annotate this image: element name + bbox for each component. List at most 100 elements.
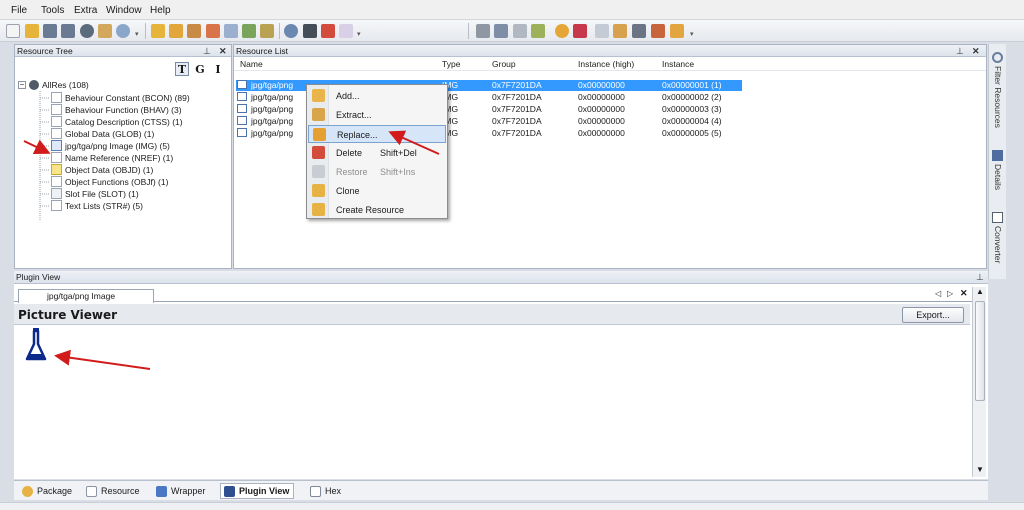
collapse-toggle-icon[interactable]: − xyxy=(18,81,26,89)
folder-open-icon[interactable] xyxy=(151,24,165,38)
menu-file[interactable]: File xyxy=(11,5,27,16)
close-panel-icon[interactable]: ✕ xyxy=(972,45,980,57)
users-icon[interactable] xyxy=(98,24,112,38)
people-icon[interactable] xyxy=(651,24,665,38)
menu-item-restore[interactable]: Restore Shift+Ins xyxy=(308,163,446,181)
menu-item-delete[interactable]: Delete Shift+Del xyxy=(308,144,446,162)
package-icon[interactable] xyxy=(476,24,490,38)
tab-label: Plugin View xyxy=(239,486,290,496)
tree-item-slot[interactable]: Slot File (SLOT) (1) xyxy=(65,189,139,200)
new-icon[interactable] xyxy=(6,24,20,38)
menu-item-clone[interactable]: Clone xyxy=(308,182,446,200)
link-icon[interactable] xyxy=(513,24,527,38)
picture-icon[interactable] xyxy=(632,24,646,38)
scroll-up-icon[interactable]: ▲ xyxy=(976,287,984,296)
tab-jpg-image[interactable]: jpg/tga/png Image xyxy=(18,289,154,303)
tab-close-icon[interactable]: ✕ xyxy=(960,288,968,299)
tab-label: Hex xyxy=(325,486,342,496)
folder-save-icon[interactable] xyxy=(169,24,183,38)
menu-item-extract[interactable]: Extract... xyxy=(308,106,446,124)
tree-item-allres[interactable]: AllRes (108) xyxy=(42,80,89,91)
file-icon xyxy=(51,128,62,139)
tab-hex[interactable]: Hex xyxy=(306,483,346,499)
person-icon[interactable] xyxy=(670,24,684,38)
tree-item-nref[interactable]: Name Reference (NREF) (1) xyxy=(65,153,173,164)
column-type[interactable]: Type xyxy=(442,58,460,70)
tab-wrapper[interactable]: Wrapper xyxy=(152,483,210,499)
menu-item-label: Create Resource xyxy=(336,205,405,215)
allres-icon xyxy=(29,80,39,90)
tab-label: Package xyxy=(37,486,73,496)
menu-item-shortcut: Shift+Ins xyxy=(380,167,416,177)
export-button[interactable]: Export... xyxy=(902,307,964,323)
tab-scroll-left-icon[interactable]: ◁ xyxy=(935,289,941,298)
toolbar-overflow-icon[interactable]: ▾ xyxy=(135,31,142,38)
cell-name: jpg/tga/png xyxy=(251,104,294,114)
cell-instance: 0x00000005 (5) xyxy=(662,128,722,138)
toolbar-overflow-icon[interactable]: ▾ xyxy=(357,31,364,38)
menu-tools[interactable]: Tools xyxy=(41,5,64,16)
menu-extra[interactable]: Extra xyxy=(74,5,97,16)
image-icon[interactable] xyxy=(494,24,508,38)
scroll-down-icon[interactable]: ▼ xyxy=(976,465,984,474)
save-icon[interactable] xyxy=(43,24,57,38)
scrollbar-thumb[interactable] xyxy=(975,301,985,401)
menu-item-label: Add... xyxy=(336,91,360,101)
close2-icon[interactable] xyxy=(595,24,609,38)
cut-icon[interactable] xyxy=(206,24,220,38)
menu-item-replace[interactable]: Replace... xyxy=(308,125,446,143)
gear-icon[interactable] xyxy=(284,24,298,38)
pin-icon[interactable]: ⊥ xyxy=(956,45,964,57)
side-tab-filter-resources[interactable]: Filter Resources xyxy=(989,50,1007,138)
menu-item-label: Restore xyxy=(336,167,368,177)
cell-instance-high: 0x00000000 xyxy=(578,128,625,138)
cell-name: jpg/tga/png xyxy=(251,92,294,102)
tab-resource[interactable]: Resource xyxy=(82,483,145,499)
book-icon[interactable] xyxy=(187,24,201,38)
tab-plugin-view[interactable]: Plugin View xyxy=(220,483,295,499)
tree-item-ctss[interactable]: Catalog Description (CTSS) (1) xyxy=(65,117,183,128)
bottom-tab-bar: Package Resource Wrapper Plugin View Hex xyxy=(14,480,988,500)
side-tab-details[interactable]: Details xyxy=(989,148,1007,200)
bar-icon[interactable] xyxy=(573,24,587,38)
menu-item-create-resource[interactable]: Create Resource xyxy=(308,201,446,219)
list-icon[interactable] xyxy=(260,24,274,38)
wizard-icon[interactable] xyxy=(613,24,627,38)
column-group[interactable]: Group xyxy=(492,58,516,70)
menu-item-label: Delete xyxy=(336,148,363,158)
save-as-icon[interactable] xyxy=(61,24,75,38)
extract-icon xyxy=(312,108,325,121)
column-instance-high[interactable]: Instance (high) xyxy=(578,58,634,70)
side-tab-converter[interactable]: Converter xyxy=(989,210,1007,276)
gear2-icon[interactable] xyxy=(555,24,569,38)
delete-icon xyxy=(312,146,325,159)
close-icon[interactable] xyxy=(80,24,94,38)
tab-package[interactable]: Package xyxy=(18,483,77,499)
tab-scroll-right-icon[interactable]: ▷ xyxy=(947,289,953,298)
menu-item-add[interactable]: Add... xyxy=(308,87,446,105)
pin-icon[interactable]: ⊥ xyxy=(976,271,984,283)
search-icon[interactable] xyxy=(116,24,130,38)
package-icon xyxy=(22,486,33,497)
paste-icon[interactable] xyxy=(242,24,256,38)
erase-icon[interactable] xyxy=(339,24,353,38)
tree-item-objd[interactable]: Object Data (OBJD) (1) xyxy=(65,165,153,176)
tree-item-img[interactable]: jpg/tga/png Image (IMG) (5) xyxy=(65,141,170,152)
tree-item-bhav[interactable]: Behaviour Function (BHAV) (3) xyxy=(65,105,182,116)
toolbar: ▾ ▾ ▾ xyxy=(0,20,1024,42)
grid-icon[interactable] xyxy=(531,24,545,38)
clean-icon[interactable] xyxy=(303,24,317,38)
column-instance[interactable]: Instance xyxy=(662,58,694,70)
tree-item-objf[interactable]: Object Functions (OBJf) (1) xyxy=(65,177,168,188)
tree-item-glob[interactable]: Global Data (GLOB) (1) xyxy=(65,129,154,140)
menu-window[interactable]: Window xyxy=(106,5,142,16)
tree-item-bcon[interactable]: Behaviour Constant (BCON) (89) xyxy=(65,93,190,104)
toolbar-overflow-icon[interactable]: ▾ xyxy=(690,31,697,38)
delete-icon[interactable] xyxy=(321,24,335,38)
column-name[interactable]: Name xyxy=(240,58,263,70)
tree-item-str[interactable]: Text Lists (STR#) (5) xyxy=(65,201,143,212)
menu-help[interactable]: Help xyxy=(150,5,171,16)
copy-icon[interactable] xyxy=(224,24,238,38)
open-icon[interactable] xyxy=(25,24,39,38)
plugin-view-scrollbar[interactable]: ▲ ▼ xyxy=(972,287,986,477)
